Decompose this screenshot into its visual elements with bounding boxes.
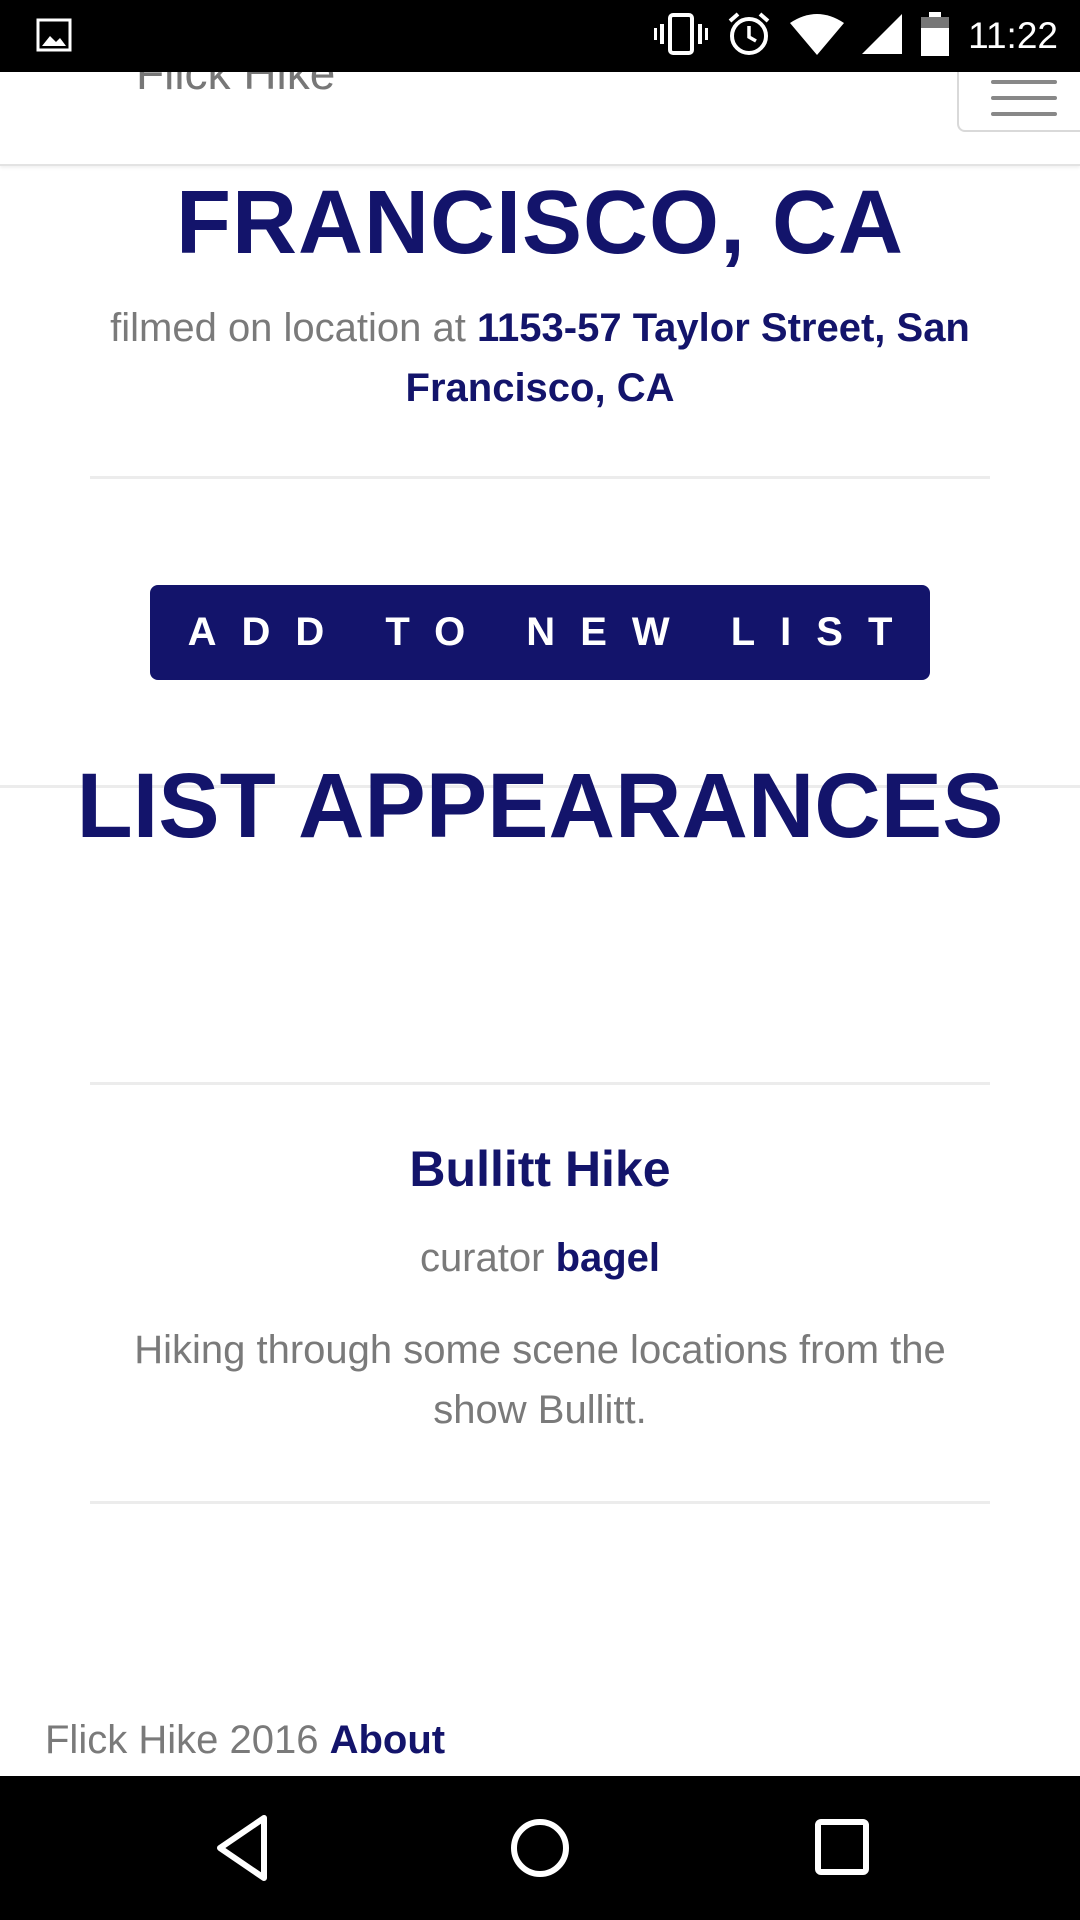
divider (90, 476, 990, 479)
list-item-description: Hiking through some scene locations from… (134, 1328, 946, 1432)
footer-text: Flick Hike 2016 (45, 1718, 319, 1762)
add-to-new-list-button[interactable]: ADD TO NEW LIST (150, 585, 930, 680)
gallery-icon (36, 18, 72, 57)
signal-icon (862, 13, 903, 59)
filmed-prefix: filmed on location at (110, 306, 466, 350)
hamburger-menu-icon[interactable] (957, 72, 1080, 132)
status-bar: 11:22 (0, 0, 1080, 72)
alarm-icon (726, 11, 772, 62)
recents-icon[interactable] (812, 1812, 872, 1889)
top-navbar: Flick Hike (0, 72, 1080, 166)
wifi-icon (790, 13, 845, 60)
curator-link[interactable]: bagel (556, 1236, 660, 1280)
list-appearances-heading: LIST APPEARANCES (76, 755, 1004, 857)
curator-line: curator bagel (0, 1236, 1080, 1281)
system-navigation-bar (0, 1776, 1080, 1920)
footer: Flick Hike 2016 About (45, 1718, 445, 1763)
about-link[interactable]: About (330, 1718, 446, 1762)
divider (90, 1501, 990, 1504)
divider (90, 1082, 990, 1085)
list-item-title[interactable]: Bullitt Hike (0, 1140, 1080, 1198)
location-title: FRANCISCO, CA (176, 173, 904, 273)
address-link[interactable]: 1153-57 Taylor Street, San Francisco, CA (406, 306, 970, 410)
home-icon[interactable] (508, 1812, 572, 1889)
filmed-on-location: filmed on location at 1153-57 Taylor Str… (100, 298, 980, 418)
back-icon[interactable] (212, 1812, 272, 1889)
brand-logo[interactable]: Flick Hike (136, 72, 335, 100)
battery-icon (920, 11, 950, 61)
vibrate-icon (654, 12, 709, 61)
curator-prefix: curator (419, 1236, 545, 1280)
status-time: 11:22 (968, 15, 1058, 56)
